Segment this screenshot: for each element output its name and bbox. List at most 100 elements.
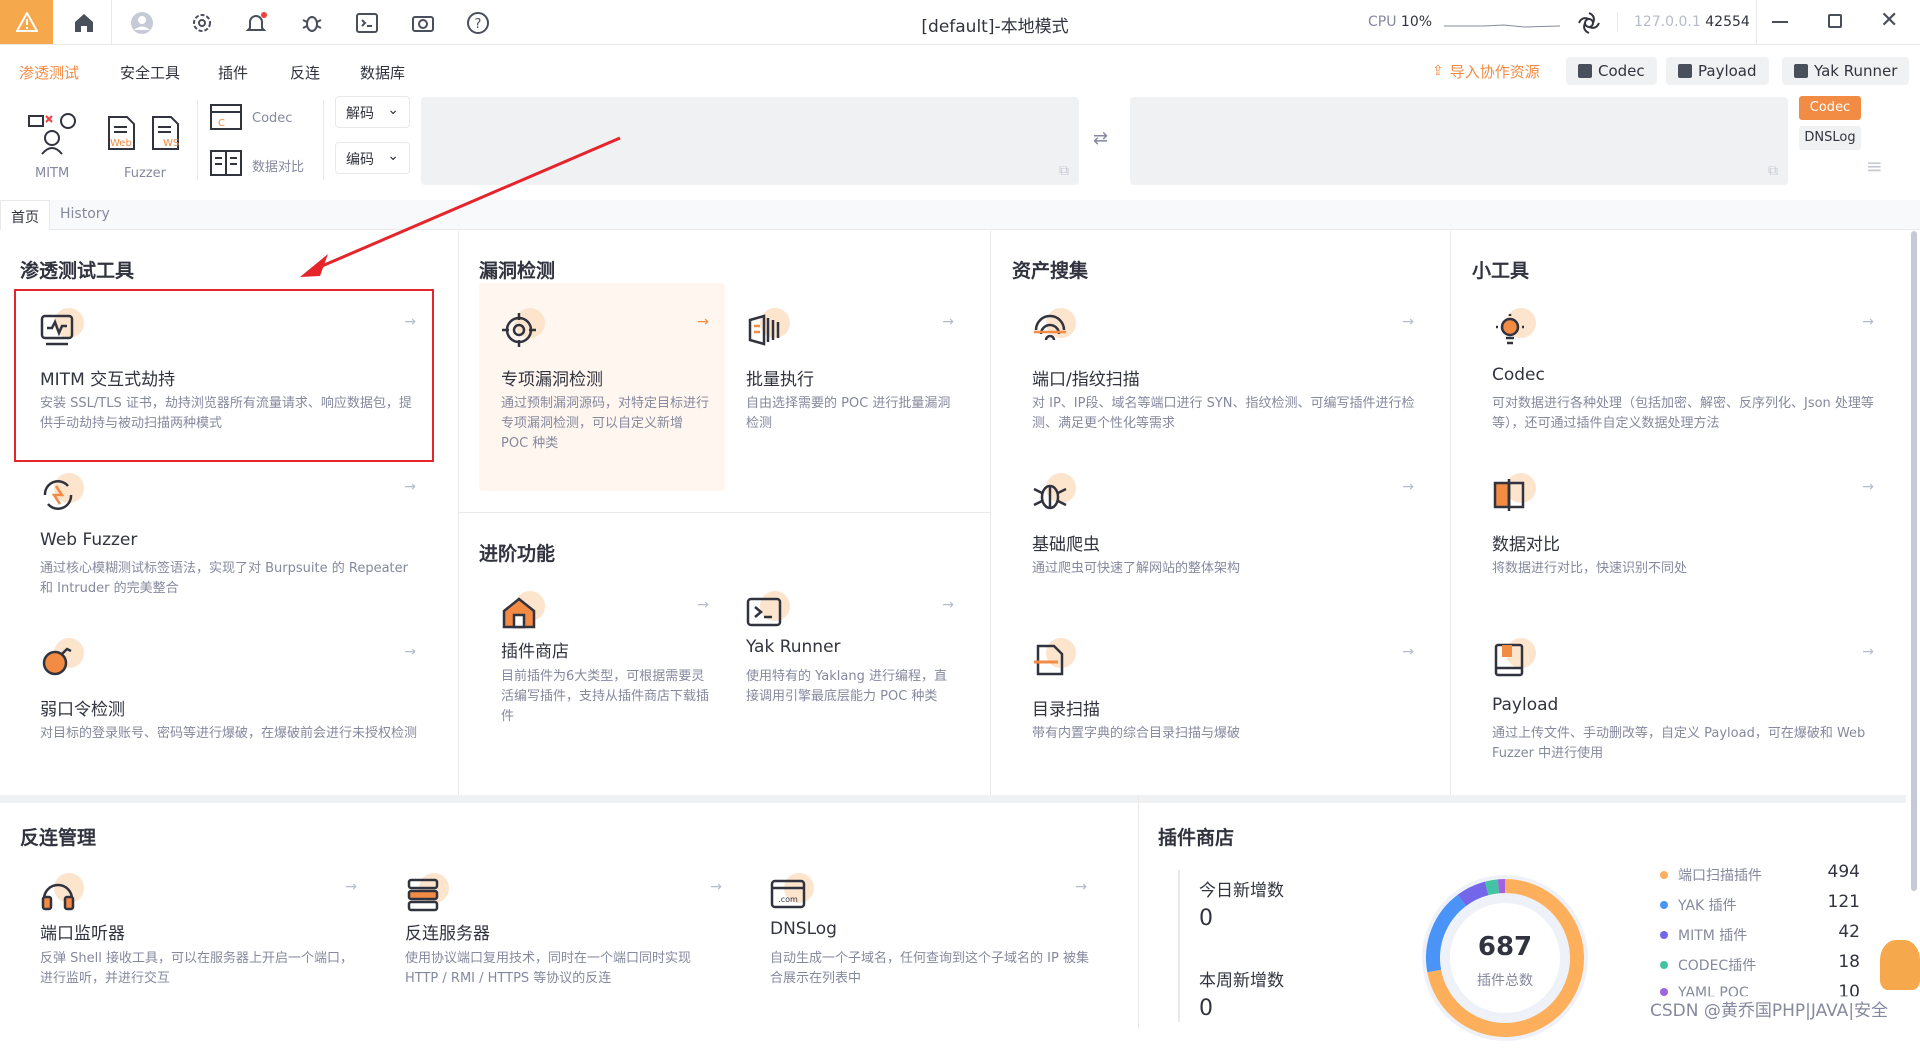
web-fuzzer-icon[interactable]: Web [107,116,137,150]
codec-mode-button[interactable]: Codec [1799,96,1861,120]
arrow-right-icon: → [710,879,722,895]
import-resources-button[interactable]: ⇪导入协作资源 [1420,57,1552,85]
arrow-right-icon: → [697,597,709,613]
plugin-total: 687 [1455,932,1555,962]
tab-history[interactable]: History [50,200,120,230]
menu-pentest[interactable]: 渗透测试 [19,62,79,83]
card-port-listener[interactable]: → 端口监听器 反弹 Shell 接收工具，可以在服务器上开启一个端口，进行监听… [18,855,373,1035]
menu-plugins[interactable]: 插件 [218,62,248,83]
scrollbar[interactable] [1911,231,1917,891]
svg-text:C: C [218,118,225,129]
menu-database[interactable]: 数据库 [360,62,405,83]
payload-icon [1678,64,1692,78]
payload-header-button[interactable]: Payload [1666,57,1769,85]
server-icon [405,873,451,919]
arrow-right-icon: → [1402,314,1414,330]
card-title: 数据对比 [1492,530,1560,555]
watermark: CSDN @黄乔国PHP|JAVA|安全 [1646,996,1892,1021]
bomb-icon [40,638,86,684]
legend-dot [1660,988,1668,996]
card-title: Web Fuzzer [40,530,137,550]
cpu-indicator: CPU 10% [1368,14,1432,30]
import-icon: ⇪ [1432,63,1444,79]
card-crawler[interactable]: → 基础爬虫 通过爬虫可快速了解网站的整体架构 [1010,455,1430,635]
legend-label: MITM 插件 [1678,928,1747,944]
codec-icon [1578,64,1592,78]
yak-runner-header-button[interactable]: Yak Runner [1782,57,1909,85]
card-title: 目录扫描 [1032,695,1100,720]
card-desc: 自动生成一个子域名，任何查询到这个子域名的 IP 被集合展示在列表中 [770,949,1089,989]
diff-tool-icon[interactable] [210,150,244,178]
card-special-vuln[interactable]: → 专项漏洞检测 通过预制漏洞源码，对特定目标进行专项漏洞检测，可以自定义新增 … [479,283,725,491]
arrow-right-icon: → [1402,479,1414,495]
svg-text:.com: .com [778,895,798,904]
arrow-right-icon: → [345,879,357,895]
dnslog-mode-button[interactable]: DNSLog [1799,126,1861,150]
card-codec[interactable]: → Codec 可对数据进行各种处理（包括加密、解密、反序列化、Json 处理等… [1470,290,1890,470]
card-title: Yak Runner [746,637,841,657]
copy-icon[interactable]: ⧉ [1768,163,1778,179]
card-title: 反连服务器 [405,919,490,944]
copy-icon[interactable]: ⧉ [1059,163,1069,179]
spider-icon [1032,473,1078,519]
chevron-down-icon: ⌄ [387,102,399,118]
card-payload[interactable]: → Payload 通过上传文件、手动删改等，自定义 Payload，可在爆破和… [1470,620,1890,800]
codec-header-button[interactable]: Codec [1566,57,1657,85]
card-title: DNSLog [770,919,837,939]
engine-icon[interactable] [1576,10,1602,36]
legend-dot [1660,871,1668,879]
card-dnslog[interactable]: .com → DNSLog 自动生成一个子域名，任何查询到这个子域名的 IP 被… [748,855,1103,1035]
menu-reverse[interactable]: 反连 [290,62,320,83]
menu-security-tools[interactable]: 安全工具 [120,62,180,83]
card-desc: 目前插件为6大类型，可根据需要灵活编写插件，支持从插件商店下载插件 [501,667,711,727]
arrow-right-icon: → [942,597,954,613]
card-web-fuzzer[interactable]: → Web Fuzzer 通过核心模糊测试标签语法，实现了对 Burpsuite… [18,455,432,635]
today-new-label: 今日新增数 [1199,876,1284,901]
card-dir-scan[interactable]: → 目录扫描 带有内置字典的综合目录扫描与爆破 [1010,620,1430,800]
highlight-box [14,289,434,462]
card-port-scan[interactable]: → 端口/指纹扫描 对 IP、IP段、域名等端口进行 SYN、指纹检测、可编写插… [1010,290,1430,470]
headphones-icon [40,873,86,919]
card-desc: 使用特有的 Yaklang 进行编程，直接调用引擎最底层能力 POC 种类 [746,667,956,707]
arrow-right-icon: → [1075,879,1087,895]
card-desc: 通过上传文件、手动删改等，自定义 Payload，可在爆破和 Web Fuzze… [1492,724,1876,764]
legend-dot [1660,961,1668,969]
target-icon [501,308,547,354]
codec-tool-icon[interactable]: C [210,104,244,132]
terminal-icon [746,591,792,637]
lightbulb-icon [1492,308,1538,354]
arrow-right-icon: → [404,644,416,660]
mitm-icon[interactable] [26,108,78,156]
window-title: [default]-本地模式 [0,12,1920,37]
legend-value: 494 [1828,862,1860,882]
card-reverse-server[interactable]: → 反连服务器 使用协议端口复用技术，同时在一个端口同时实现 HTTP / RM… [383,855,738,1035]
fuzzer-card-icon [40,473,86,519]
card-data-diff[interactable]: → 数据对比 将数据进行对比，快速识别不同处 [1470,455,1890,635]
minimize-button[interactable] [1772,21,1788,23]
codec-tool-label[interactable]: Codec [252,111,292,126]
card-yak-runner[interactable]: → Yak Runner 使用特有的 Yaklang 进行编程，直接调用引擎最底… [724,573,970,753]
card-weak-password[interactable]: → 弱口令检测 对目标的登录账号、密码等进行爆破，在爆破前会进行未授权检测 [18,620,432,800]
card-desc: 对目标的登录账号、密码等进行爆破，在爆破前会进行未授权检测 [40,724,418,744]
ws-fuzzer-icon[interactable]: WS [151,116,181,150]
collapse-icon[interactable]: ≡ [1866,154,1883,178]
restore-button[interactable] [1828,14,1842,28]
card-batch-exec[interactable]: → 批量执行 自由选择需要的 POC 进行批量漏洞检测 [724,290,970,470]
terminal-icon [1794,64,1808,78]
card-title: 端口/指纹扫描 [1032,365,1140,390]
annotation-arrow [290,130,630,290]
card-desc: 通过预制漏洞源码，对特定目标进行专项漏洞检测，可以自定义新增 POC 种类 [501,394,711,454]
section-title-reverse: 反连管理 [20,823,96,850]
arrow-right-icon: → [697,314,709,330]
close-button[interactable]: ✕ [1880,8,1898,33]
section-title-pentest: 渗透测试工具 [20,256,134,283]
card-title: 专项漏洞检测 [501,365,603,390]
codec-output-area[interactable]: ⧉ [1130,97,1788,185]
decode-select[interactable]: 解码⌄ [335,96,410,128]
card-desc: 使用协议端口复用技术，同时在一个端口同时实现 HTTP / RMI / HTTP… [405,949,724,989]
card-plugin-store[interactable]: → 插件商店 目前插件为6大类型，可根据需要灵活编写插件，支持从插件商店下载插件 [479,573,725,753]
swap-icon[interactable]: ⇄ [1093,128,1108,149]
tab-home[interactable]: 首页 [0,200,50,230]
legend-label: 端口扫描插件 [1678,868,1762,884]
svg-text:Web: Web [110,138,132,149]
